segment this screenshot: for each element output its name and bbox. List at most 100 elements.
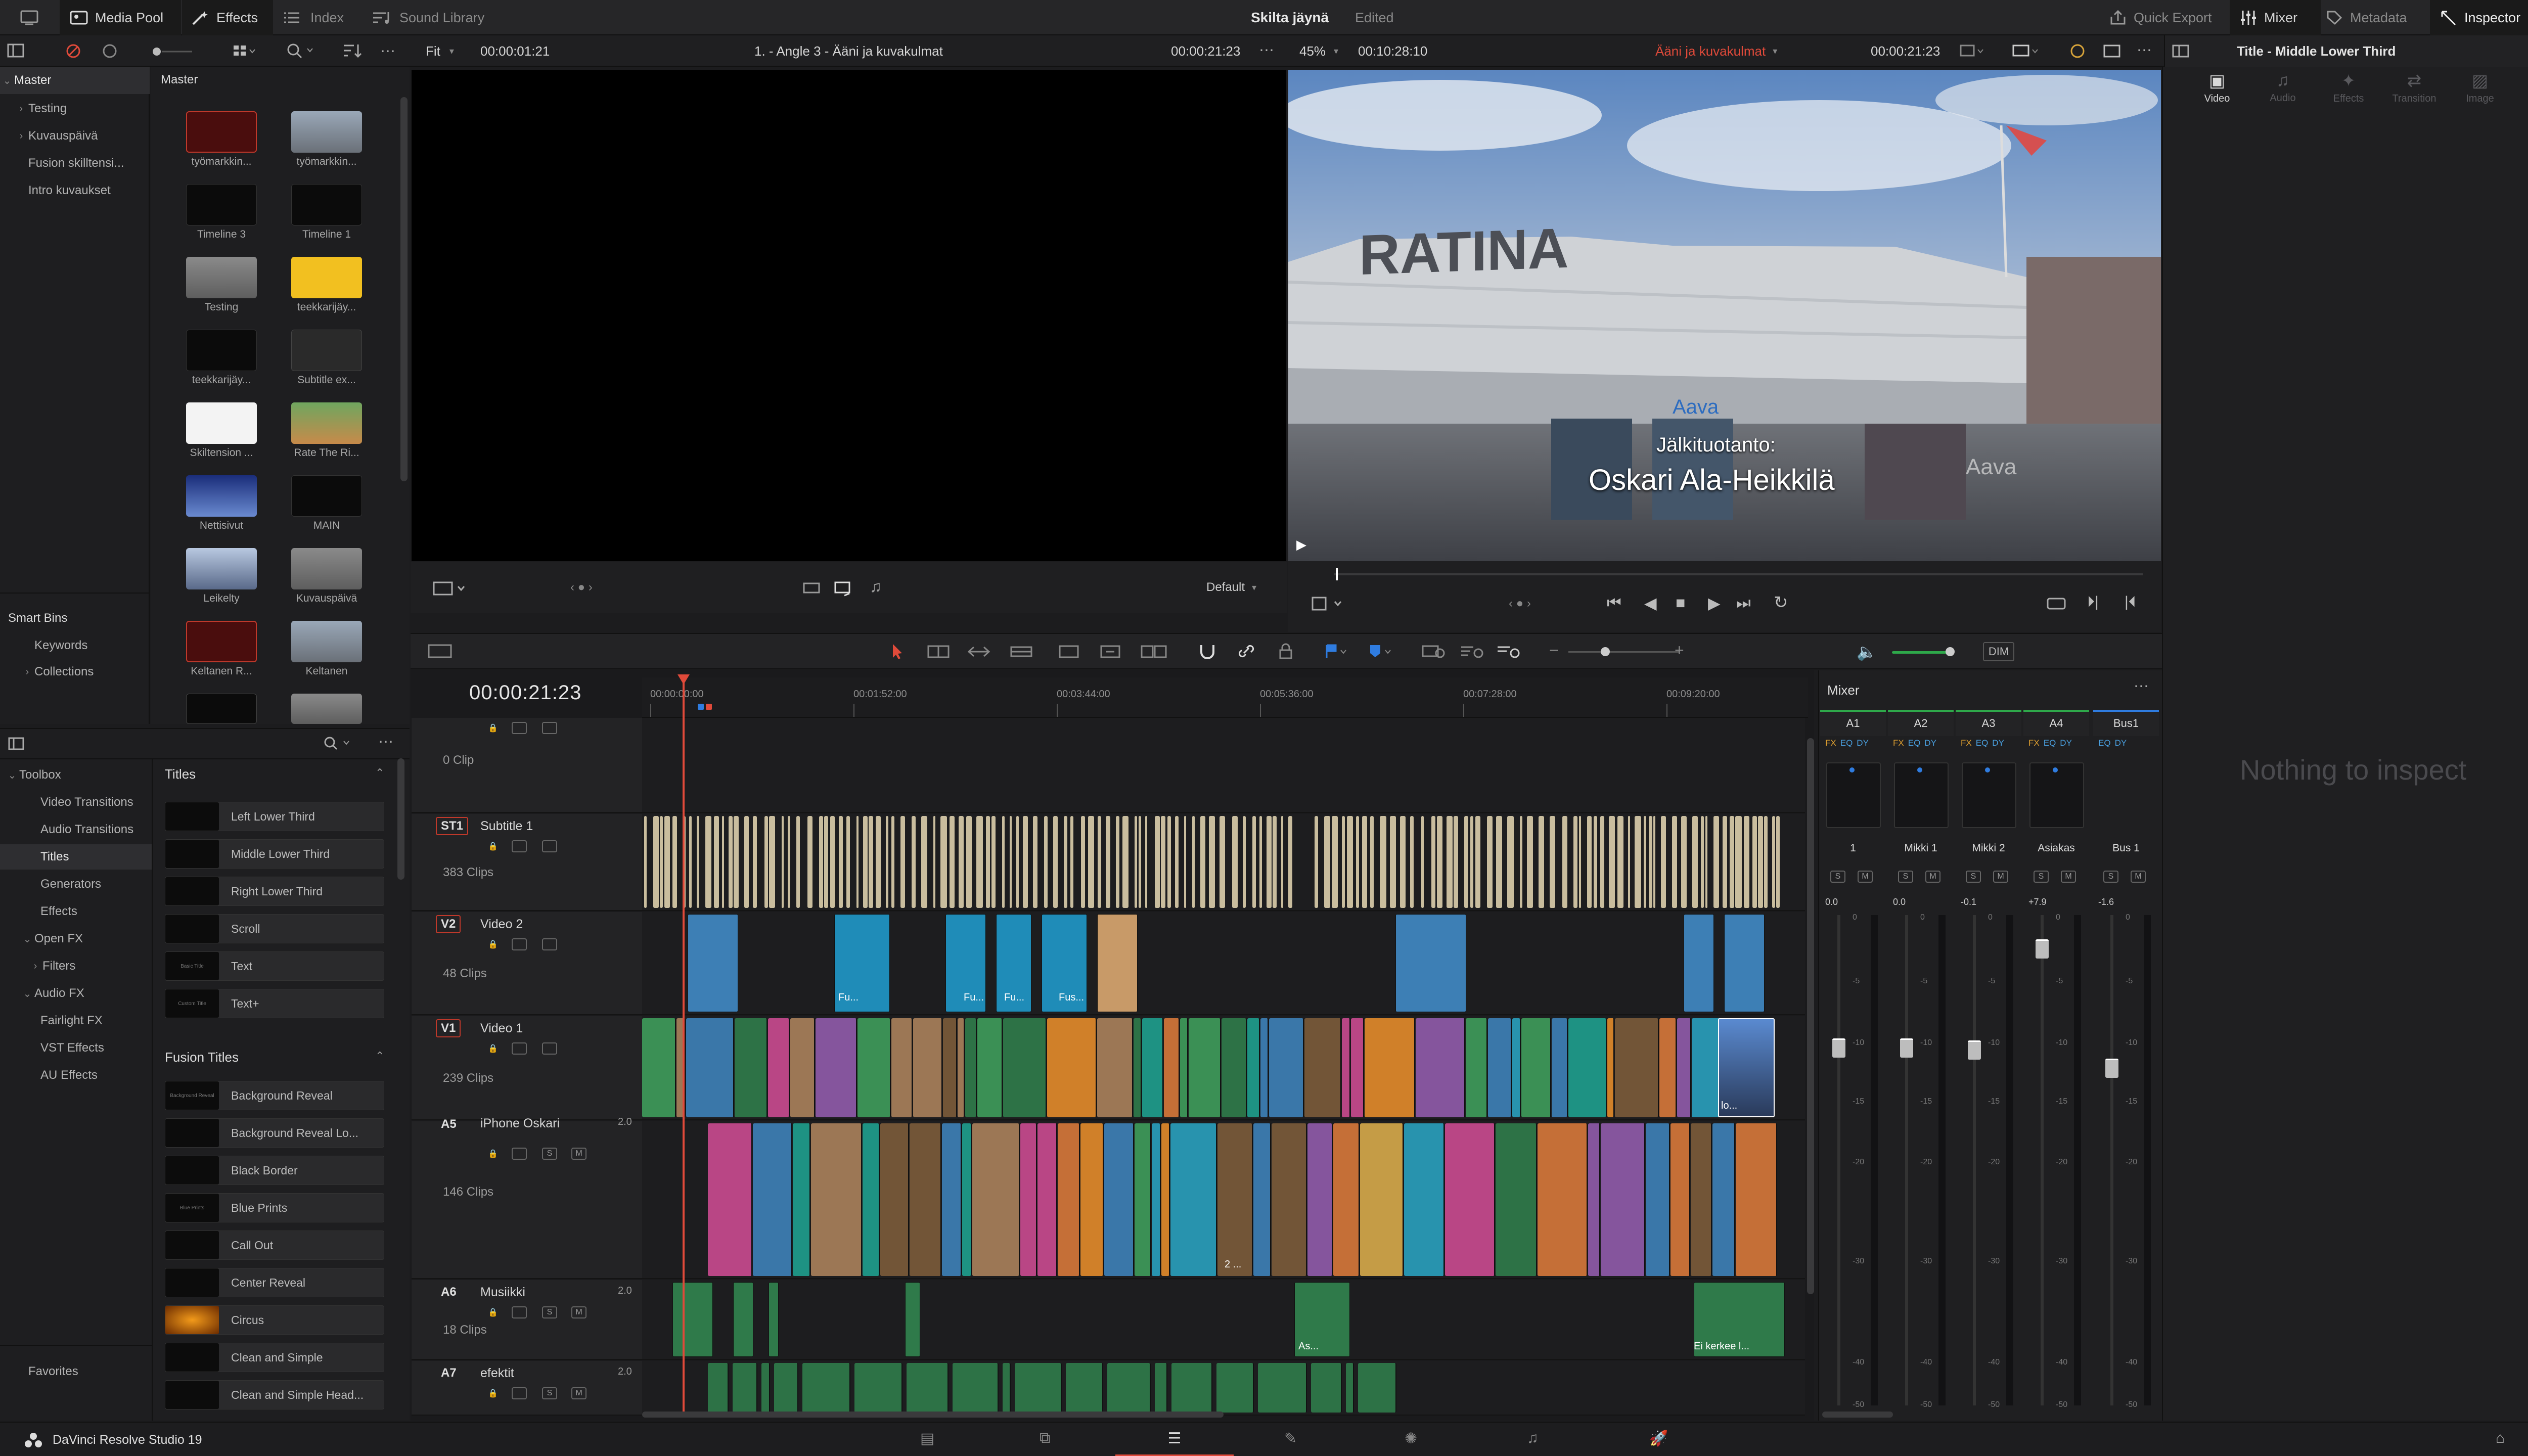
- audio-clip[interactable]: [708, 1123, 752, 1276]
- subtitle-clip[interactable]: [856, 816, 859, 908]
- video-clip[interactable]: [913, 1018, 942, 1117]
- track-id-badge[interactable]: V1: [436, 1019, 461, 1037]
- subtitle-clip[interactable]: [1347, 816, 1353, 908]
- effect-item[interactable]: Clean and Simple: [165, 1343, 384, 1372]
- clip-thumbnail[interactable]: [186, 694, 257, 724]
- prev-frame-icon[interactable]: |⏴: [2125, 594, 2136, 611]
- subtitle-clip[interactable]: [1579, 816, 1581, 908]
- home-icon[interactable]: ⌂: [2496, 1430, 2505, 1447]
- subtitle-clip[interactable]: [705, 816, 711, 908]
- source-more-icon[interactable]: ⋯: [1259, 41, 1274, 59]
- mixer-fx-row[interactable]: FX EQ DY: [1825, 738, 1873, 748]
- video-clip[interactable]: [1047, 1018, 1097, 1117]
- match-frame-icon[interactable]: [2047, 597, 2067, 612]
- subtitle-clip[interactable]: [933, 816, 935, 908]
- mute-button[interactable]: M: [1858, 871, 1873, 883]
- audio-clip[interactable]: [1404, 1123, 1444, 1276]
- effect-item[interactable]: Basic Title Text: [165, 951, 384, 981]
- fit-dropdown[interactable]: Fit ▾: [426, 35, 454, 67]
- bin-item-intro[interactable]: Intro kuvaukset: [0, 178, 111, 203]
- audio-clip[interactable]: [802, 1363, 850, 1413]
- track-id-badge[interactable]: A7: [436, 1364, 462, 1382]
- effect-item[interactable]: Circus: [165, 1305, 384, 1335]
- subtitle-clip[interactable]: [1421, 816, 1424, 908]
- audio-clip[interactable]: [854, 1363, 902, 1413]
- solo-button[interactable]: S: [2034, 871, 2049, 883]
- subtitle-clip[interactable]: [1002, 816, 1005, 908]
- subtitle-clip[interactable]: [1507, 816, 1514, 908]
- audio-clip[interactable]: [1170, 1123, 1217, 1276]
- effect-item[interactable]: Background Reveal Background Reveal: [165, 1081, 384, 1110]
- audio-only-icon[interactable]: ♫: [870, 577, 882, 596]
- overwrite-clip-icon[interactable]: [1098, 644, 1123, 659]
- subtitle-clip[interactable]: [1220, 816, 1225, 908]
- sidebar-toggle-icon[interactable]: [7, 42, 27, 60]
- track-name[interactable]: Video 1: [480, 1021, 523, 1036]
- subtitle-clip[interactable]: [1681, 816, 1687, 908]
- zoom-slider[interactable]: [1568, 651, 1680, 653]
- video-clip[interactable]: [1097, 914, 1138, 1012]
- fader-handle[interactable]: [2036, 939, 2049, 959]
- subtitle-clip[interactable]: [1550, 816, 1555, 908]
- fader-track[interactable]: [2041, 915, 2044, 1405]
- grid-scrollbar[interactable]: [400, 97, 408, 481]
- media-page-icon[interactable]: ▤: [920, 1430, 934, 1447]
- more-options-icon[interactable]: ⋯: [380, 42, 395, 60]
- audio-clip[interactable]: [1646, 1123, 1670, 1276]
- track-visibility-icon[interactable]: [542, 840, 557, 852]
- subtitle-clip[interactable]: [1701, 816, 1704, 908]
- subtitle-clip[interactable]: [807, 816, 812, 908]
- jog-control[interactable]: ‹ ● ›: [1509, 597, 1531, 611]
- audio-clip[interactable]: [1346, 1363, 1354, 1413]
- effect-item[interactable]: Left Lower Third: [165, 802, 384, 831]
- effects-tree-item[interactable]: Effects: [0, 899, 77, 924]
- audio-clip[interactable]: [1601, 1123, 1645, 1276]
- bin-item-fusion[interactable]: Fusion skilltensi...: [0, 151, 124, 176]
- auto-select-icon[interactable]: [512, 1387, 527, 1399]
- blade-tool-icon[interactable]: [1009, 644, 1034, 659]
- subtitle-clip[interactable]: [1649, 816, 1652, 908]
- subtitle-clip[interactable]: [1487, 816, 1493, 908]
- video-clip[interactable]: [1189, 1018, 1221, 1117]
- zoom-in-icon[interactable]: +: [1675, 641, 1684, 660]
- subtitle-clip[interactable]: [1122, 816, 1128, 908]
- audio-clip[interactable]: [942, 1123, 962, 1276]
- timeline-h-scrollbar[interactable]: [642, 1412, 1224, 1418]
- subtitle-clip[interactable]: [1692, 816, 1698, 908]
- video-clip[interactable]: [1134, 1018, 1142, 1117]
- auto-select-icon[interactable]: [512, 1306, 527, 1318]
- video-clip[interactable]: [1615, 1018, 1659, 1117]
- subtitle-clip[interactable]: [1705, 816, 1707, 908]
- track-id-badge[interactable]: ST1: [436, 817, 469, 835]
- subtitle-clip[interactable]: [729, 816, 733, 908]
- effect-item[interactable]: Custom Title Text+: [165, 989, 384, 1018]
- smart-bin-collections[interactable]: › Collections: [0, 659, 94, 685]
- video-clip[interactable]: [1142, 1018, 1163, 1117]
- subtitle-clip[interactable]: [1139, 816, 1141, 908]
- fader-track[interactable]: [1905, 915, 1908, 1405]
- video-clip[interactable]: [1164, 1018, 1180, 1117]
- audio-clip[interactable]: [1152, 1123, 1161, 1276]
- mixer-channel-a3[interactable]: A3: [1956, 710, 2021, 736]
- track-lane[interactable]: [642, 1361, 1805, 1416]
- audio-clip[interactable]: [962, 1123, 972, 1276]
- subtitle-clip[interactable]: [1447, 816, 1453, 908]
- audio-clip[interactable]: [1155, 1363, 1167, 1413]
- default-dropdown[interactable]: Default ▾: [1206, 580, 1256, 595]
- clip-thumbnail[interactable]: [186, 475, 257, 517]
- clip-thumbnail[interactable]: [186, 330, 257, 371]
- subtitle-clip[interactable]: [1713, 816, 1719, 908]
- subtitle-clip[interactable]: [1145, 816, 1147, 908]
- insert-clip-icon[interactable]: [1057, 644, 1082, 659]
- subtitle-clip[interactable]: [1053, 816, 1058, 908]
- loop-icon[interactable]: ↻: [1774, 593, 1788, 613]
- subtitle-clip[interactable]: [863, 816, 868, 908]
- effects-sidebar-icon[interactable]: [8, 736, 25, 751]
- fader-track[interactable]: [1973, 915, 1976, 1405]
- subtitle-clip[interactable]: [1475, 816, 1480, 908]
- audio-clip[interactable]: [793, 1123, 810, 1276]
- audio-clip[interactable]: [1107, 1363, 1151, 1413]
- audio-clip[interactable]: [1217, 1123, 1253, 1276]
- subtitle-clip[interactable]: [1167, 816, 1171, 908]
- effect-item[interactable]: Middle Lower Third: [165, 839, 384, 869]
